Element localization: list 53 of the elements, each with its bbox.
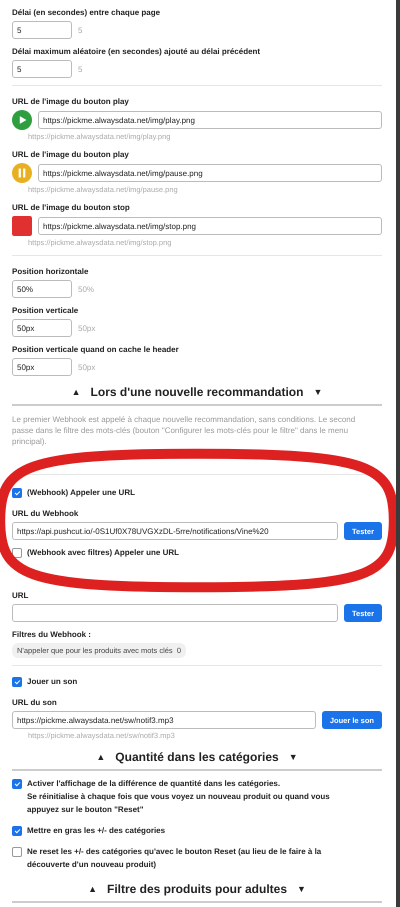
url-field[interactable] bbox=[12, 604, 338, 622]
checkbox-label: (Webhook) Appeler une URL bbox=[27, 487, 136, 499]
input-field[interactable]: 50% bbox=[12, 280, 72, 298]
expand-arrow[interactable]: ▼ bbox=[313, 387, 322, 397]
checkbox[interactable] bbox=[12, 548, 22, 558]
field-label: URL du Webhook bbox=[12, 509, 80, 518]
checkbox-label: Ne reset les +/- des catégories qu'avec le bouton Reset (au lieu de le faire à la découverte d'un nouveau produit) bbox=[27, 846, 322, 871]
expand-arrow[interactable]: ▼ bbox=[288, 752, 298, 762]
input-field[interactable]: 50px bbox=[12, 358, 72, 376]
field-label: Position verticale quand on cache le header bbox=[12, 345, 180, 354]
field-label: Délai maximum aléatoire (en secondes) ajouté au délai précédent bbox=[12, 47, 262, 56]
default-value: 50% bbox=[78, 284, 94, 294]
checkbox[interactable] bbox=[12, 677, 22, 687]
field-label: URL bbox=[12, 591, 30, 600]
expand-arrow[interactable]: ▼ bbox=[297, 884, 306, 894]
url-field[interactable]: https://api.pushcut.io/-0S1Uf0X78UVGXzDL-5rre/notifications/Vine%20 bbox=[12, 522, 338, 540]
field-label: Position horizontale bbox=[12, 267, 90, 276]
field-label: Position verticale bbox=[12, 306, 80, 315]
checkbox[interactable] bbox=[12, 488, 22, 498]
input-field[interactable]: 5 bbox=[12, 60, 72, 78]
section-title: Quantité dans les catégories bbox=[115, 750, 279, 764]
pause-icon bbox=[12, 163, 32, 183]
field-label: Filtres du Webhook : bbox=[12, 630, 92, 639]
url-field[interactable]: https://pickme.alwaysdata.net/img/pause.png bbox=[38, 164, 382, 182]
default-value: 50px bbox=[78, 324, 96, 332]
section-title: Lors d'une nouvelle recommandation bbox=[90, 385, 304, 399]
field-label: Délai (en secondes) entre chaque page bbox=[12, 8, 162, 17]
url-field[interactable]: https://pickme.alwaysdata.net/sw/notif3.mp3 bbox=[12, 711, 316, 729]
field-label: URL de l'image du bouton play bbox=[12, 97, 130, 106]
collapse-arrow[interactable]: ▲ bbox=[96, 752, 106, 762]
checkbox-label: Activer l'affichage de la différence de quantité dans les catégories. Se réinitialise à chaque fois que vous voyez un nouveau produit ou quand vous appuyez sur le bouton "Reset" bbox=[27, 778, 331, 816]
field-label: URL de l'image du bouton play bbox=[12, 150, 130, 159]
stop-icon bbox=[12, 216, 32, 236]
checkbox[interactable] bbox=[12, 847, 22, 857]
checkbox-label: Mettre en gras les +/- des catégories bbox=[27, 825, 166, 837]
checkbox-label: Jouer un son bbox=[27, 676, 78, 688]
checkbox-label: (Webhook avec filtres) Appeler une URL bbox=[27, 547, 180, 559]
input-field[interactable]: 50px bbox=[12, 319, 72, 337]
url-field[interactable]: https://pickme.alwaysdata.net/img/play.png bbox=[38, 111, 382, 129]
play-icon bbox=[12, 110, 32, 130]
default-value: 5 bbox=[78, 64, 82, 74]
default-value: 5 bbox=[78, 26, 82, 34]
collapse-arrow[interactable]: ▲ bbox=[72, 387, 81, 397]
input-field[interactable]: 5 bbox=[12, 21, 72, 39]
checkbox[interactable] bbox=[12, 779, 22, 789]
default-value: 50px bbox=[78, 362, 96, 372]
description-text: Le premier Webhook est appelé à chaque nouvelle recommandation, sans conditions. Le second passe dans le filtre des mots-clés (bouton "Configurer les mots-clés pour le filtre" dans le menu principal). bbox=[12, 414, 356, 447]
field-label: URL du son bbox=[12, 698, 58, 707]
checkbox[interactable] bbox=[12, 826, 22, 836]
collapse-arrow[interactable]: ▲ bbox=[88, 884, 97, 894]
section-title: Filtre des produits pour adultes bbox=[106, 882, 288, 896]
url-field[interactable]: https://pickme.alwaysdata.net/img/stop.png bbox=[38, 217, 382, 235]
field-label: URL de l'image du bouton stop bbox=[12, 203, 131, 212]
